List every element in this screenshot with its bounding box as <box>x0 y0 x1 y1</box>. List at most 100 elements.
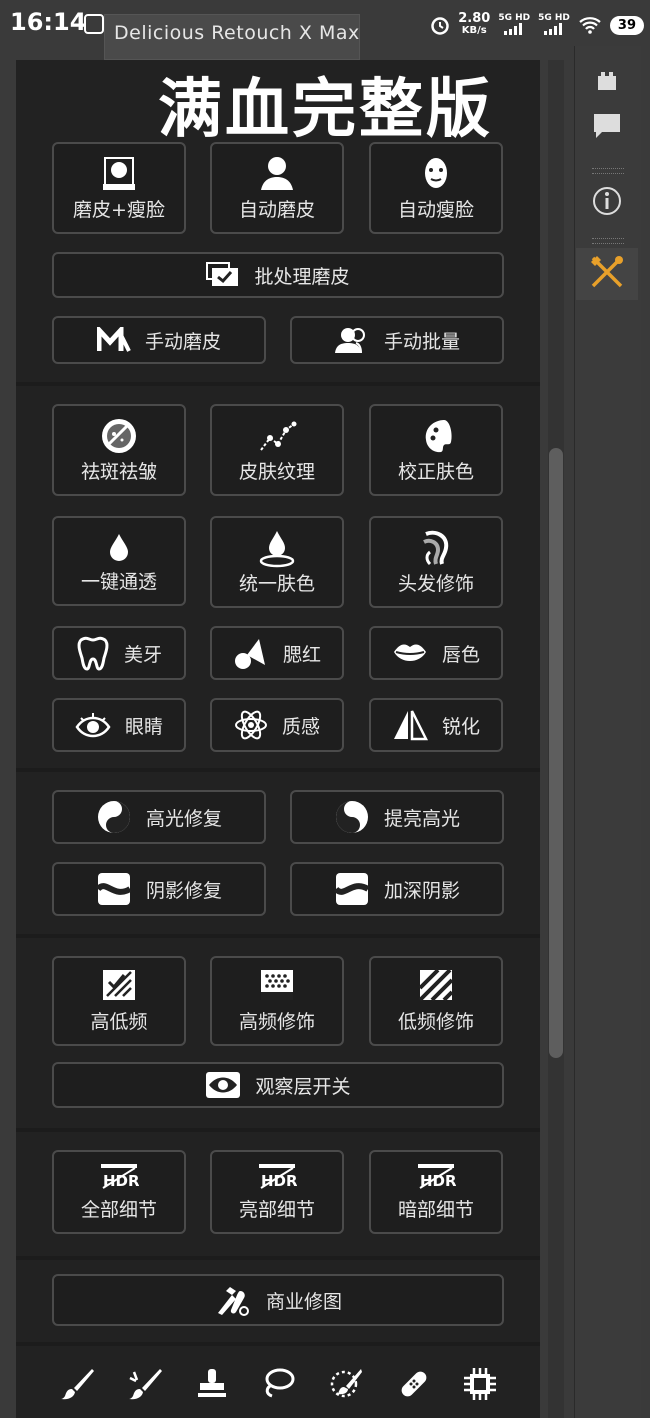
auto-skin-button[interactable]: 自动磨皮 <box>210 142 344 234</box>
remove-spots-label: 祛斑祛皱 <box>80 461 157 483</box>
shadow-repair-button[interactable]: 阴影修复 <box>52 862 266 916</box>
m-logo-icon <box>96 327 131 353</box>
section-divider <box>16 1256 540 1260</box>
speed-unit: KB/s <box>461 25 487 36</box>
batch-skin-label: 批处理磨皮 <box>254 265 350 288</box>
wave-square-icon <box>95 871 132 907</box>
skin-slim-button[interactable]: 磨皮+瘦脸 <box>52 142 186 234</box>
freq-sep-label: 高低频 <box>90 1011 148 1033</box>
signal-bars-icon <box>544 22 562 35</box>
hair-retouch-button[interactable]: 头发修饰 <box>369 516 503 608</box>
unify-skin-button[interactable]: 统一肤色 <box>210 516 344 608</box>
texture-button[interactable]: 质感 <box>210 698 344 752</box>
manual-skin-label: 手动磨皮 <box>144 330 221 353</box>
observe-layer-button[interactable]: 观察层开关 <box>52 1062 504 1108</box>
tooth-icon <box>76 635 110 671</box>
all-detail-label: 全部细节 <box>80 1199 157 1221</box>
manual-batch-button[interactable]: 手动批量 <box>290 316 504 364</box>
speed-value: 2.80 <box>458 11 491 26</box>
highlight-repair-button[interactable]: 高光修复 <box>52 790 266 844</box>
auto-skin-label: 自动磨皮 <box>238 199 315 221</box>
healing-icon[interactable] <box>396 1366 432 1406</box>
all-detail-button[interactable]: HDR 全部细节 <box>52 1150 186 1234</box>
skin-texture-button[interactable]: 皮肤纹理 <box>210 404 344 496</box>
signal-2: 5G HD <box>538 13 570 38</box>
layers-dock-button[interactable] <box>576 66 638 100</box>
lip-color-label: 唇色 <box>441 643 480 666</box>
face-mask-icon <box>416 154 456 194</box>
signal-2-label: 5G HD <box>538 12 570 23</box>
batch-skin-button[interactable]: 批处理磨皮 <box>52 252 504 298</box>
dark-detail-label: 暗部细节 <box>397 1199 474 1221</box>
unify-skin-label: 统一肤色 <box>238 573 315 595</box>
palette-icon <box>416 416 456 456</box>
manual-batch-label: 手动批量 <box>383 330 460 353</box>
dark-detail-button[interactable]: HDR 暗部细节 <box>369 1150 503 1234</box>
observe-layer-label: 观察层开关 <box>255 1075 351 1098</box>
dock-grip[interactable] <box>592 238 624 244</box>
info-dock-button[interactable] <box>576 180 638 226</box>
tools-dock-button[interactable] <box>576 248 638 300</box>
eyes-label: 眼睛 <box>124 715 163 738</box>
hdr-icon: HDR <box>99 1162 139 1190</box>
auto-slim-label: 自动瘦脸 <box>397 199 474 221</box>
network-speed: 2.80 KB/s <box>458 11 491 37</box>
chip-icon[interactable] <box>462 1366 498 1406</box>
wave-square-icon <box>333 871 370 907</box>
one-click-clear-button[interactable]: 一键通透 <box>52 516 186 606</box>
sharpen-triangle-icon <box>392 709 428 741</box>
batch-images-icon <box>206 262 240 288</box>
texture-label: 质感 <box>281 715 320 738</box>
app-notification-icon <box>84 14 104 34</box>
lasso-icon[interactable] <box>260 1366 296 1406</box>
brush-icon[interactable] <box>60 1366 96 1406</box>
lip-color-button[interactable]: 唇色 <box>369 626 503 680</box>
section-divider <box>16 934 540 938</box>
wifi-icon <box>579 17 601 34</box>
freq-sep-button[interactable]: 高低频 <box>52 956 186 1046</box>
whiten-teeth-button[interactable]: 美牙 <box>52 626 186 680</box>
sharpen-label: 锐化 <box>441 715 480 738</box>
alarm-icon <box>431 17 449 35</box>
battery-level: 39 <box>609 15 644 35</box>
brighten-highlight-label: 提亮高光 <box>383 807 460 830</box>
section-divider <box>16 382 540 386</box>
person-icon <box>257 154 297 192</box>
brighten-highlight-button[interactable]: 提亮高光 <box>290 790 504 844</box>
hair-retouch-label: 头发修饰 <box>397 573 474 595</box>
quick-select-icon[interactable] <box>328 1366 364 1406</box>
retouch-tools-icon <box>214 1283 252 1317</box>
low-freq-button[interactable]: 低频修饰 <box>369 956 503 1046</box>
auto-slim-button[interactable]: 自动瘦脸 <box>369 142 503 234</box>
correct-skin-label: 校正肤色 <box>397 461 474 483</box>
signal-bars-icon <box>504 22 523 35</box>
skin-slim-label: 磨皮+瘦脸 <box>73 199 165 221</box>
blush-brush-icon <box>233 635 269 671</box>
section-divider <box>16 768 540 772</box>
mixer-brush-icon[interactable] <box>128 1366 164 1406</box>
sharpen-button[interactable]: 锐化 <box>369 698 503 752</box>
manual-skin-button[interactable]: 手动磨皮 <box>52 316 266 364</box>
magnifier-spots-icon <box>99 416 139 456</box>
remove-spots-button[interactable]: 祛斑祛皱 <box>52 404 186 496</box>
stamp-icon[interactable] <box>194 1366 230 1406</box>
users-icon <box>334 326 370 354</box>
tool-strip <box>16 1350 540 1418</box>
hair-icon <box>416 528 456 568</box>
panel-scrollbar-thumb[interactable] <box>549 448 563 1058</box>
dock-grip[interactable] <box>592 168 624 174</box>
correct-skin-button[interactable]: 校正肤色 <box>369 404 503 496</box>
comment-dock-button[interactable] <box>576 108 638 148</box>
commercial-button[interactable]: 商业修图 <box>52 1274 504 1326</box>
blush-button[interactable]: 腮红 <box>210 626 344 680</box>
deepen-shadow-button[interactable]: 加深阴影 <box>290 862 504 916</box>
panel-headline: 满血完整版 <box>158 73 493 147</box>
eyes-button[interactable]: 眼睛 <box>52 698 186 752</box>
bright-detail-button[interactable]: HDR 亮部细节 <box>210 1150 344 1234</box>
whiten-teeth-label: 美牙 <box>123 643 162 666</box>
highlight-repair-label: 高光修复 <box>145 807 222 830</box>
one-click-clear-label: 一键通透 <box>80 571 157 593</box>
deepen-shadow-label: 加深阴影 <box>383 879 460 902</box>
tools-icon <box>587 252 627 296</box>
high-freq-button[interactable]: 高频修饰 <box>210 956 344 1046</box>
